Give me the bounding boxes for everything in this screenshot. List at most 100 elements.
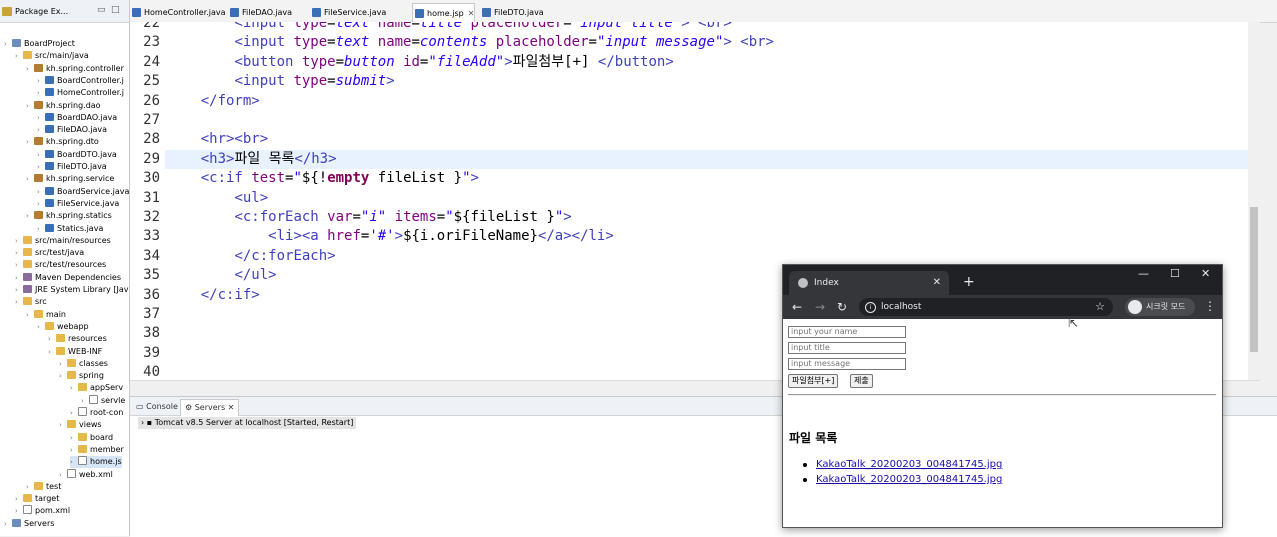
tree-item[interactable]: › WEB-INF [48,346,102,358]
code-line[interactable]: <h3>파일 목록</h3> [167,150,337,169]
tree-item[interactable]: › member [70,444,124,456]
expand-toggle-icon[interactable]: › [37,198,45,210]
tree-item[interactable]: › board [70,432,113,444]
server-row[interactable]: › ▪ Tomcat v8.5 Server at localhost [Sta… [138,417,357,429]
reload-icon[interactable]: ↻ [837,299,847,315]
close-window-icon[interactable]: ✕ [1201,267,1210,280]
file-link[interactable]: KakaoTalk_20200203_004841745.jpg [816,473,1002,487]
code-line[interactable]: <ul> [167,189,268,208]
tree-item[interactable]: › webapp [37,321,89,333]
expand-toggle-icon[interactable]: › [15,493,23,505]
tree-item[interactable]: › spring [59,370,104,382]
tree-item[interactable]: › HomeController.j [37,87,124,99]
expand-toggle-icon[interactable]: › [37,186,45,198]
close-icon[interactable]: ✕ [468,9,475,18]
tree-item[interactable]: › src/main/resources [15,235,111,247]
package-explorer-tab[interactable]: Package Ex... [2,3,68,21]
editor-tab[interactable]: FileService.java [310,3,386,22]
close-tab-icon[interactable]: ✕ [933,271,941,295]
tree-item[interactable]: › BoardController.j [37,75,124,87]
tree-item[interactable]: › src/main/java [15,50,89,62]
expand-toggle-icon[interactable]: › [26,210,34,222]
expand-toggle-icon[interactable]: › [59,358,67,370]
back-icon[interactable]: ← [792,299,802,315]
expand-toggle-icon[interactable]: › [37,124,45,136]
expand-toggle-icon[interactable]: › [15,284,23,296]
code-line[interactable]: <button type=button id="fileAdd">파일첨부[+]… [167,53,673,72]
address-bar[interactable]: i localhost ☆ [859,298,1113,316]
expand-toggle-icon[interactable]: › [4,518,12,530]
code-line[interactable]: <hr><br> [167,130,268,149]
expand-toggle-icon[interactable]: › [48,346,56,358]
maximize-window-icon[interactable]: ☐ [1170,267,1180,280]
tree-item[interactable]: › appServ [70,382,123,394]
minimize-view-icon[interactable]: ▭ [97,5,106,15]
tree-item[interactable]: › FileService.java [37,198,119,210]
tree-item[interactable]: › Servers [4,518,54,530]
browser-tab[interactable]: Index ✕ [789,271,949,295]
scroll-thumb[interactable] [1250,207,1258,352]
expand-toggle-icon[interactable]: › [15,50,23,62]
editor-vertical-scrollbar[interactable] [1248,22,1260,380]
tree-item[interactable]: › web.xml [59,468,113,481]
code-line[interactable]: <li><a href='#'>${i.oriFileName}</a></li… [167,227,614,246]
tree-item[interactable]: › BoardDAO.java [37,112,117,124]
tab-servers[interactable]: ⚙ Servers ✕ [180,399,240,416]
file-link[interactable]: KakaoTalk_20200203_004841745.jpg [816,458,1002,472]
expand-toggle-icon[interactable]: › [15,296,23,308]
expand-toggle-icon[interactable]: › [37,112,45,124]
code-line[interactable]: <input type=text name=contents placehold… [167,33,774,52]
minimize-window-icon[interactable]: — [1138,267,1149,280]
tree-item[interactable]: › home.js [70,456,122,469]
expand-toggle-icon[interactable]: › [70,382,78,394]
tree-item[interactable]: › Statics.java [37,223,103,235]
tree-item[interactable]: › main [26,309,66,321]
code-line[interactable]: <c:if test="${!empty fileList }"> [167,169,479,188]
editor-tab[interactable]: FileDTO.java [480,3,544,22]
expand-toggle-icon[interactable]: › [59,370,67,382]
tree-item[interactable]: › servle [81,394,125,407]
code-line[interactable]: </ul> [167,266,276,285]
info-icon[interactable]: i [865,302,876,313]
expand-toggle-icon[interactable]: › [15,272,23,284]
file-add-button[interactable]: 파일첨부[+] [788,374,839,388]
tree-item[interactable]: › kh.spring.statics [26,210,112,222]
menu-icon[interactable]: ⋮ [1204,299,1216,313]
code-line[interactable]: <input type=text name=title placeholder=… [167,22,731,33]
tree-item[interactable]: › kh.spring.dao [26,100,101,112]
tree-item[interactable]: › src/test/java [15,247,84,259]
expand-toggle-icon[interactable]: › [37,161,45,173]
code-line[interactable]: <input type=submit> [167,72,394,91]
expand-toggle-icon[interactable]: › [26,63,34,75]
expand-toggle-icon[interactable]: › [59,419,67,431]
message-input[interactable] [788,358,906,370]
expand-toggle-icon[interactable]: › [37,223,45,235]
tree-item[interactable]: › test [26,481,61,493]
code-line[interactable]: <c:forEach var="i" items="${fileList }"> [167,208,571,227]
tree-item[interactable]: › resources [48,333,107,345]
expand-toggle-icon[interactable]: › [26,136,34,148]
new-tab-icon[interactable]: + [963,274,975,290]
close-icon[interactable]: ✕ [228,403,235,412]
tree-item[interactable]: › BoardService.java [37,186,129,198]
editor-tab[interactable]: HomeController.java [130,3,226,22]
tree-item[interactable]: › FileDTO.java [37,161,107,173]
expand-toggle-icon[interactable]: › [15,235,23,247]
tree-item[interactable]: › Maven Dependencies [15,272,121,284]
tree-item[interactable]: › classes [59,358,108,370]
tree-item[interactable]: › kh.spring.dto [26,136,99,148]
tab-console[interactable]: ▭ Console [136,399,178,415]
expand-toggle-icon[interactable]: › [70,456,78,468]
title-input[interactable] [788,342,906,354]
tree-item[interactable]: › pom.xml [15,505,70,517]
tree-item[interactable]: › BoardDTO.java [37,149,117,161]
code-line[interactable]: </c:if> [167,286,260,305]
expand-toggle-icon[interactable]: › [15,505,23,517]
expand-toggle-icon[interactable]: › [37,75,45,87]
expand-toggle-icon[interactable]: › [15,259,23,271]
editor-tab[interactable]: home.jsp ✕ [412,3,476,23]
bookmark-star-icon[interactable]: ☆ [1095,298,1105,316]
editor-tab[interactable]: FileDAO.java [228,3,292,22]
forward-icon[interactable]: → [815,299,825,315]
expand-toggle-icon[interactable]: › [70,444,78,456]
